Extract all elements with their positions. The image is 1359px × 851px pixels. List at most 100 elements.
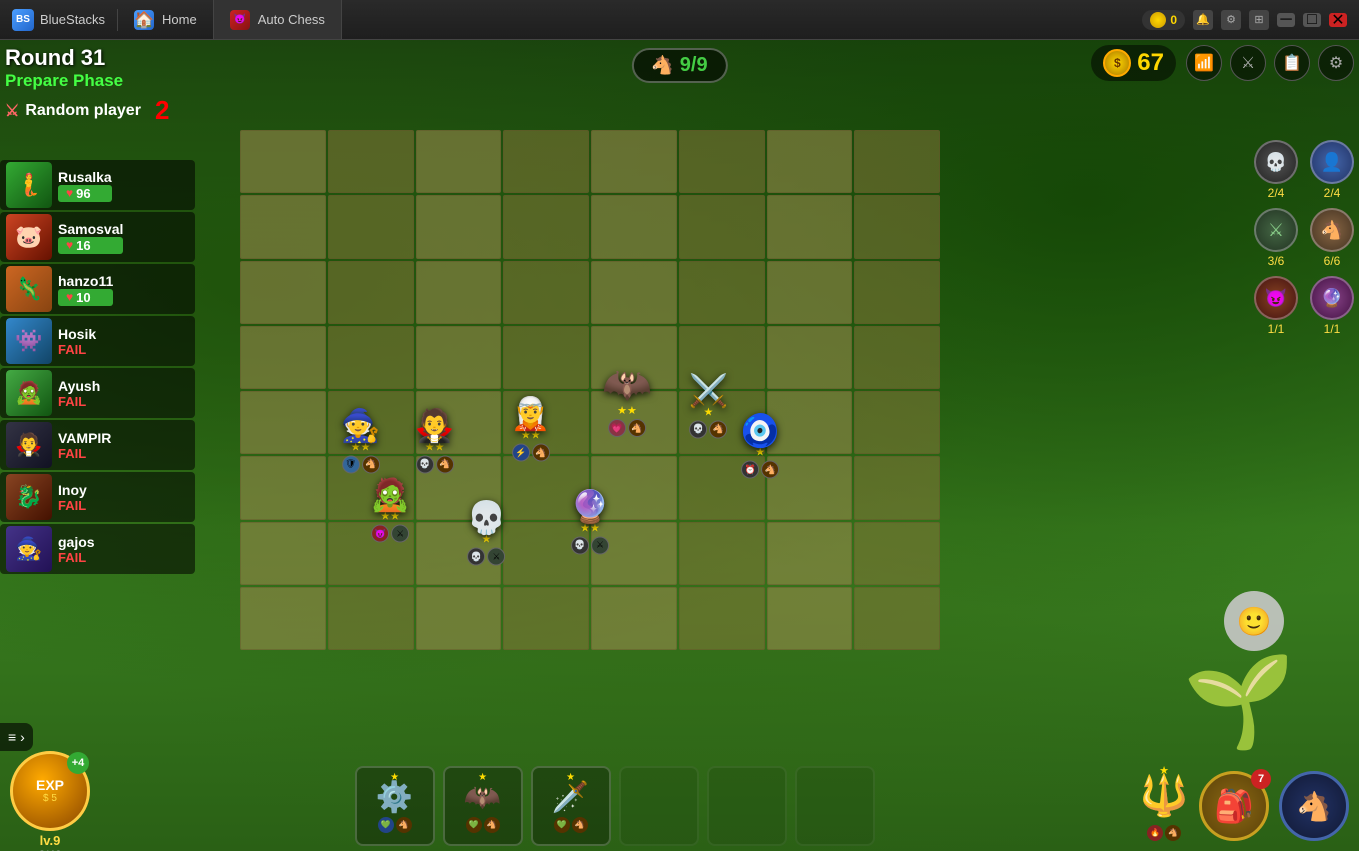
board-cell[interactable] — [767, 391, 853, 454]
board-cell[interactable] — [767, 195, 853, 258]
board-cell[interactable] — [854, 326, 940, 389]
board-cell[interactable] — [767, 326, 853, 389]
maximize-button[interactable]: □ — [1303, 13, 1321, 27]
signal-icon[interactable]: 📶 — [1186, 45, 1222, 81]
board-cell[interactable] — [416, 391, 502, 454]
settings-game-icon[interactable]: ⚙ — [1318, 45, 1354, 81]
settings-icon[interactable]: ⚙ — [1221, 10, 1241, 30]
board-cell[interactable] — [503, 391, 589, 454]
board-cell[interactable] — [503, 261, 589, 324]
mage-count: 1/1 — [1324, 322, 1341, 336]
exp-orb[interactable]: +4 EXP $ 5 — [10, 751, 90, 831]
synergy-undead[interactable]: 💀 2/4 — [1254, 140, 1298, 200]
board-cell[interactable] — [503, 587, 589, 650]
bag-button[interactable]: 7 🎒 — [1199, 771, 1269, 841]
board-cell[interactable] — [854, 261, 940, 324]
combat-icon[interactable]: ⚔ — [1230, 45, 1266, 81]
board-cell[interactable] — [679, 195, 765, 258]
board-cell[interactable] — [767, 587, 853, 650]
board-cell[interactable] — [328, 391, 414, 454]
board-cell[interactable] — [240, 522, 326, 585]
board-cell[interactable] — [503, 326, 589, 389]
game-tab[interactable]: 😈 Auto Chess — [214, 0, 342, 39]
board-cell[interactable] — [416, 587, 502, 650]
board-cell[interactable] — [679, 326, 765, 389]
board-cell[interactable] — [416, 326, 502, 389]
board-cell[interactable] — [328, 522, 414, 585]
player-entry-rusalka[interactable]: 🧜 Rusalka ♥ 96 — [0, 160, 195, 210]
board-cell[interactable] — [328, 195, 414, 258]
synergy-mage[interactable]: 🔮 1/1 — [1310, 276, 1354, 336]
player-entry-inoy[interactable]: 🐉 Inoy FAIL — [0, 472, 195, 522]
bench-slot-empty-3[interactable] — [795, 766, 875, 846]
board-cell[interactable] — [503, 456, 589, 519]
home-tab[interactable]: 🏠 Home — [118, 0, 214, 39]
board-cell[interactable] — [416, 456, 502, 519]
board-cell[interactable] — [416, 195, 502, 258]
board-cell[interactable] — [679, 391, 765, 454]
fail-badge-hosik: FAIL — [58, 342, 96, 357]
board-cell[interactable] — [240, 261, 326, 324]
board-cell[interactable] — [854, 587, 940, 650]
close-button[interactable]: ✕ — [1329, 13, 1347, 27]
bench-slot-1[interactable]: ⚙️ ★ 💚 🐴 — [355, 766, 435, 846]
bench-slot-2[interactable]: 🦇 ★ 💚 🐴 — [443, 766, 523, 846]
board-cell[interactable] — [591, 195, 677, 258]
board-cell[interactable] — [240, 195, 326, 258]
journal-icon[interactable]: 📋 — [1274, 45, 1310, 81]
player-info-vampir: VAMPIR FAIL — [58, 430, 111, 461]
player-entry-hosik[interactable]: 👾 Hosik FAIL — [0, 316, 195, 366]
player-info-ayush: Ayush FAIL — [58, 378, 100, 409]
board-cell[interactable] — [679, 522, 765, 585]
toggle-panel[interactable]: ≡ › — [0, 723, 33, 751]
board-cell[interactable] — [503, 195, 589, 258]
board-cell[interactable] — [328, 587, 414, 650]
board-cell[interactable] — [591, 326, 677, 389]
board-cell[interactable] — [591, 391, 677, 454]
bench-slot-empty-1[interactable] — [619, 766, 699, 846]
board-cell[interactable] — [767, 456, 853, 519]
player-entry-hanzo11[interactable]: 🦎 hanzo11 ♥ 10 — [0, 264, 195, 314]
chessboard[interactable] — [220, 90, 960, 670]
board-cell[interactable] — [416, 261, 502, 324]
grid-icon[interactable]: ⊞ — [1249, 10, 1269, 30]
board-cell[interactable] — [328, 326, 414, 389]
board-cell[interactable] — [854, 522, 940, 585]
board-cell[interactable] — [240, 587, 326, 650]
bench-slot-empty-2[interactable] — [707, 766, 787, 846]
board-cell[interactable] — [854, 391, 940, 454]
board-cell[interactable] — [767, 522, 853, 585]
minimize-button[interactable]: ─ — [1277, 13, 1295, 27]
board-cell[interactable] — [854, 195, 940, 258]
player-entry-samosval[interactable]: 🐷 Samosval ♥ 16 — [0, 212, 195, 262]
board-cell[interactable] — [240, 456, 326, 519]
synergy-demon[interactable]: 😈 1/1 — [1254, 276, 1298, 336]
board-cell[interactable] — [767, 261, 853, 324]
board-cell[interactable] — [854, 456, 940, 519]
game-icon: 😈 — [230, 10, 250, 30]
board-cell[interactable] — [591, 587, 677, 650]
board-cell[interactable] — [240, 326, 326, 389]
board-cell[interactable] — [328, 456, 414, 519]
notification-icon[interactable]: 🔔 — [1193, 10, 1213, 30]
chat-button[interactable]: 🙂 — [1224, 591, 1284, 651]
board-cell[interactable] — [591, 456, 677, 519]
player-entry-ayush[interactable]: 🧟 Ayush FAIL — [0, 368, 195, 418]
board-cell[interactable] — [503, 522, 589, 585]
synergy-warrior[interactable]: ⚔ 3/6 — [1254, 208, 1298, 268]
board-cell[interactable] — [679, 261, 765, 324]
board-cell[interactable] — [679, 587, 765, 650]
board-cell[interactable] — [416, 522, 502, 585]
board-cell[interactable] — [328, 261, 414, 324]
synergy-knight[interactable]: 🐴 6/6 — [1310, 208, 1354, 268]
player-entry-vampir[interactable]: 🧛 VAMPIR FAIL — [0, 420, 195, 470]
board-cell[interactable] — [679, 456, 765, 519]
player-name-inoy: Inoy — [58, 482, 87, 498]
synergy-human[interactable]: 👤 2/4 — [1310, 140, 1354, 200]
board-cell[interactable] — [240, 391, 326, 454]
board-cell[interactable] — [591, 261, 677, 324]
bench-slot-3[interactable]: 🗡️ ★ 💚 🐴 — [531, 766, 611, 846]
board-cell[interactable] — [591, 522, 677, 585]
recruit-button[interactable]: 🐴 — [1279, 771, 1349, 841]
player-entry-gajos[interactable]: 🧙 gajos FAIL — [0, 524, 195, 574]
